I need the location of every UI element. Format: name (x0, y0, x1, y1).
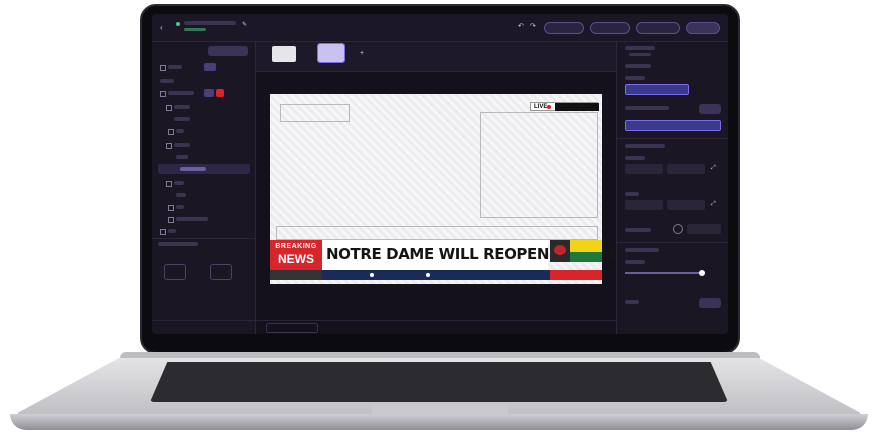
opacity-slider-handle[interactable] (699, 270, 705, 276)
building-blocks-heading (158, 242, 198, 246)
scene-thumbnail-selected[interactable] (317, 43, 345, 63)
editor-area: + LIVE BREAKING NEWS NOTRE DAME WILL REO… (256, 42, 617, 334)
weather-icon (554, 245, 566, 255)
layer-row[interactable] (158, 226, 250, 236)
layer-row[interactable] (158, 178, 250, 188)
output-button[interactable] (636, 22, 680, 34)
rotation-dial[interactable] (673, 224, 683, 234)
ticker-separator (370, 273, 374, 277)
position-y-input[interactable] (667, 164, 705, 174)
divider (617, 242, 728, 243)
layer-row[interactable] (158, 102, 250, 112)
left-footer (152, 320, 256, 334)
layers-panel (152, 42, 256, 334)
chevron-left-icon[interactable]: ‹ (160, 23, 163, 32)
placeholder-box[interactable] (480, 112, 598, 218)
status-dot (176, 22, 180, 26)
document-title[interactable] (184, 21, 236, 25)
placeholder-box[interactable] (280, 104, 350, 122)
breaking-label: BREAKING (275, 243, 317, 250)
scene-thumbnail[interactable] (272, 46, 296, 62)
weather-tile (550, 240, 570, 262)
ticker-separator (426, 273, 430, 277)
keyboard (150, 362, 728, 402)
add-mask-button[interactable] (699, 298, 721, 308)
divider (617, 138, 728, 139)
publish-button[interactable] (686, 22, 720, 34)
layer-row[interactable] (158, 126, 250, 136)
news-label: NEWS (278, 252, 314, 266)
data-source-select[interactable] (625, 120, 721, 131)
transitions-button[interactable] (266, 323, 318, 333)
divider (152, 238, 256, 239)
block-tile[interactable] (164, 264, 186, 280)
source-select[interactable] (625, 84, 689, 95)
layer-row[interactable] (158, 190, 250, 200)
layer-row[interactable] (158, 202, 250, 212)
checkbox-icon[interactable] (160, 65, 166, 71)
pencil-icon[interactable]: ✎ (242, 21, 247, 28)
undo-icon[interactable]: ↶ (518, 22, 524, 30)
sponsor-tile-green (570, 252, 602, 262)
document-status (184, 28, 206, 31)
placeholder-box[interactable] (276, 226, 598, 240)
preview-canvas[interactable]: LIVE BREAKING NEWS NOTRE DAME WILL REOPE… (270, 94, 617, 284)
layer-row[interactable] (158, 76, 250, 86)
link-icon[interactable]: ⤢ (711, 201, 716, 208)
ticker-bar (322, 270, 550, 280)
trackpad (372, 404, 508, 416)
newsroom-tag (270, 270, 322, 280)
height-input[interactable] (667, 200, 705, 210)
plus-icon[interactable]: + (360, 50, 364, 57)
properties-panel: ⤢ ⤢ (616, 42, 728, 334)
scenes-bar: + (256, 42, 616, 72)
live-label: LIVE (534, 104, 548, 110)
layer-row-selected[interactable] (158, 164, 250, 174)
sponsor-tile (570, 240, 602, 252)
section-heading (625, 64, 651, 68)
layer-row[interactable] (158, 152, 250, 162)
layer-row[interactable] (158, 214, 250, 224)
clock-box (555, 103, 599, 111)
panel-title (625, 46, 655, 50)
section-heading (625, 248, 659, 252)
add-button[interactable] (699, 104, 721, 114)
format-dropdown[interactable] (544, 22, 584, 34)
laptop-base-edge (10, 414, 868, 430)
breaking-news-box: BREAKING NEWS (270, 240, 322, 270)
layer-row[interactable] (158, 62, 250, 72)
width-input[interactable] (625, 200, 663, 210)
open-button[interactable] (590, 22, 630, 34)
layer-row[interactable] (158, 114, 250, 124)
top-bar: ‹ ✎ ↶ ↷ (152, 14, 728, 42)
position-x-input[interactable] (625, 164, 663, 174)
layer-row[interactable] (158, 140, 250, 150)
headline-box: NOTRE DAME WILL REOPEN IN 2024 (322, 240, 617, 270)
screen: ‹ ✎ ↶ ↷ + LIVE BREAKING NEWS NOTRE DAME … (152, 14, 728, 334)
link-icon[interactable]: ⤢ (711, 165, 716, 172)
channel-tag (550, 270, 602, 280)
live-dot (547, 105, 551, 109)
layer-live-badge (216, 89, 224, 97)
live-box: LIVE (530, 102, 599, 111)
layer-tag (204, 63, 216, 71)
checkbox-icon[interactable] (160, 91, 166, 97)
section-heading (625, 144, 665, 148)
redo-icon[interactable]: ↷ (530, 22, 536, 30)
layer-row[interactable] (158, 88, 250, 98)
bottom-toolbar (256, 320, 616, 334)
block-tile[interactable] (210, 264, 232, 280)
opacity-slider[interactable] (625, 272, 701, 274)
new-layer-button[interactable] (208, 46, 248, 56)
rotation-input[interactable] (687, 224, 721, 234)
